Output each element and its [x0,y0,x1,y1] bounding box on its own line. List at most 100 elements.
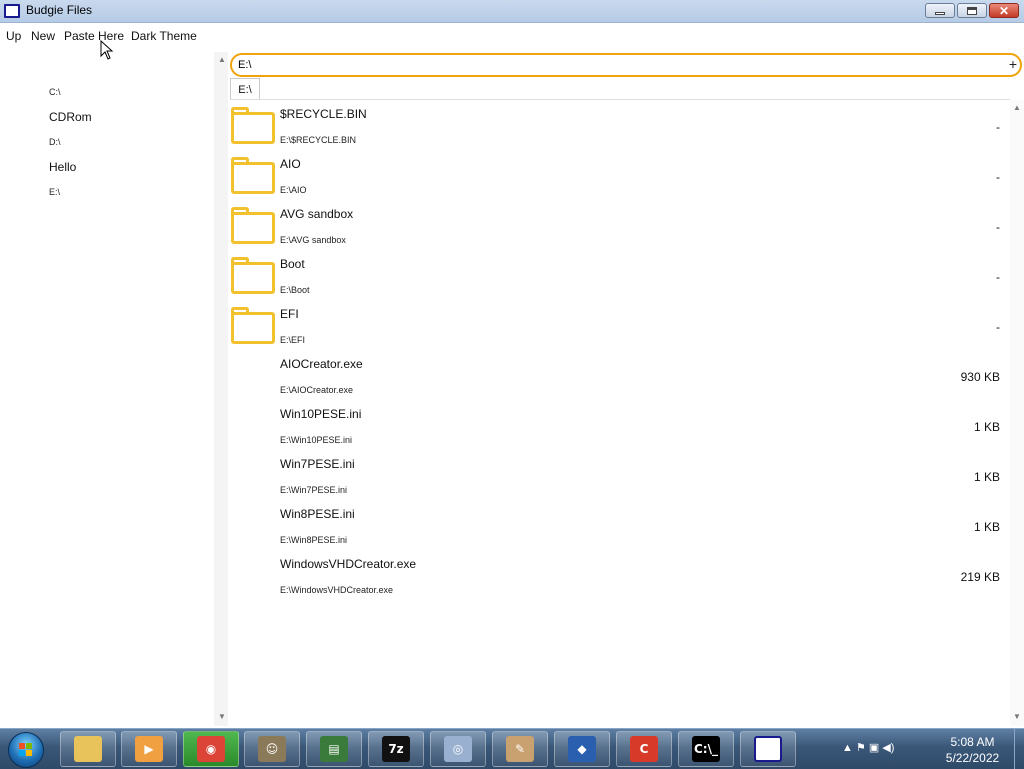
minimize-icon [935,11,945,15]
taskbar-button-monitor[interactable]: ▤ [306,731,362,767]
file-name: WindowsVHDCreator.exe [280,557,417,571]
file-name: $RECYCLE.BIN [280,107,367,121]
file-size: 1 KB [973,520,1000,534]
file-size: 219 KB [960,570,1000,584]
list-item[interactable]: $RECYCLE.BIN E:\$RECYCLE.BIN - [230,100,1010,150]
taskbar-button-ccleaner[interactable]: C [616,731,672,767]
sidebar-scrollbar[interactable]: ▲ ▼ [214,52,228,726]
close-icon: ✕ [998,3,1010,18]
taskbar-button-explorer[interactable] [60,731,116,767]
menu-dark-theme[interactable]: Dark Theme [131,29,197,43]
system-tray-icons[interactable]: ▲ ⚑ ▣ ◀) [842,741,894,754]
taskbar-button-paint[interactable]: ✎ [492,731,548,767]
cube-icon: ◆ [568,736,596,762]
file-size: - [996,170,1000,184]
file-path: E:\Win10PESE.ini [280,435,353,445]
scroll-down-icon[interactable]: ▼ [218,712,226,721]
file-path: E:\$RECYCLE.BIN [280,135,357,145]
scroll-up-icon[interactable]: ▲ [1013,103,1021,112]
list-item[interactable]: Win8PESE.ini E:\Win8PESE.ini 1 KB [230,500,1010,550]
sidebar-item-d-drive[interactable]: D:\ [49,137,61,147]
sidebar-item-e-drive[interactable]: E:\ [49,187,60,197]
chrome-icon: ◉ [197,736,225,762]
start-button[interactable] [8,732,44,768]
menu-paste-here[interactable]: Paste Here [64,29,124,43]
sidebar-item-cdrom[interactable]: CDRom [49,110,92,124]
windows-logo-icon [19,743,33,757]
list-item[interactable]: AIO E:\AIO - [230,150,1010,200]
file-list: $RECYCLE.BIN E:\$RECYCLE.BIN - AIO E:\AI… [230,100,1010,726]
file-path: E:\EFI [280,335,306,345]
file-size: 1 KB [973,420,1000,434]
address-bar[interactable]: + [230,53,1022,77]
close-button[interactable]: ✕ [989,3,1019,18]
paint-icon: ✎ [506,736,534,762]
file-list-scrollbar[interactable]: ▲ ▼ [1010,100,1024,726]
list-item[interactable]: AVG sandbox E:\AVG sandbox - [230,200,1010,250]
address-input[interactable] [238,57,998,73]
file-path: E:\AVG sandbox [280,235,346,245]
scroll-down-icon[interactable]: ▼ [1013,712,1021,721]
budgie-window-icon [754,736,782,762]
file-name: Win7PESE.ini [280,457,355,471]
taskbar-button-user-admin[interactable]: ☺ [244,731,300,767]
tab-e-drive[interactable]: E:\ [230,78,260,100]
folder-icon [231,207,275,244]
file-name: Win10PESE.ini [280,407,362,421]
folder-icon [231,107,275,144]
menu-new[interactable]: New [31,29,55,43]
file-path: E:\Win8PESE.ini [280,535,348,545]
scroll-up-icon[interactable]: ▲ [218,55,226,64]
taskbar-button-7zip[interactable]: 7z [368,731,424,767]
file-size: - [996,120,1000,134]
file-size: 1 KB [973,470,1000,484]
taskbar-button-media-player[interactable]: ▶ [121,731,177,767]
sidebar-item-hello[interactable]: Hello [49,160,76,174]
file-size: - [996,320,1000,334]
clock[interactable]: 5:08 AM 5/22/2022 [935,734,1010,766]
sidebar-item-c-drive[interactable]: C:\ [49,87,61,97]
monitor-icon: ▤ [320,736,348,762]
list-item[interactable]: AIOCreator.exe E:\AIOCreator.exe 930 KB [230,350,1010,400]
file-name: EFI [280,307,299,321]
file-path: E:\AIOCreator.exe [280,385,354,395]
folder-icon [231,257,275,294]
taskbar-button-cmd[interactable]: C:\_ [678,731,734,767]
mouse-pointer-icon [100,40,114,60]
file-size: - [996,270,1000,284]
file-path: E:\AIO [280,185,307,195]
sidebar: C:\ CDRom D:\ Hello E:\ [0,52,214,726]
file-name: Win8PESE.ini [280,507,355,521]
file-path: E:\Boot [280,285,310,295]
taskbar-button-chrome[interactable]: ◉ [183,731,239,767]
file-name: AIO [280,157,301,171]
folder-icon [231,157,275,194]
minimize-button[interactable] [925,3,955,18]
window-title: Budgie Files [26,3,93,17]
folder-icon [231,307,275,344]
file-name: AIOCreator.exe [280,357,363,371]
title-bar[interactable]: Budgie Files ✕ [0,0,1024,23]
taskbar-button-budgie-window[interactable] [740,731,796,767]
show-desktop-button[interactable] [1014,729,1024,769]
list-item[interactable]: Win10PESE.ini E:\Win10PESE.ini 1 KB [230,400,1010,450]
clock-time: 5:08 AM [950,735,995,749]
file-size: 930 KB [960,370,1000,384]
file-name: Boot [280,257,305,271]
user-admin-icon: ☺ [258,736,286,762]
taskbar: ▶ ◉ ☺ ▤ 7z ◎ ✎ ◆ C C:\_ ▲ ⚑ ▣ ◀) 5:08 AM 5/22/202… [0,728,1024,769]
taskbar-button-cube[interactable]: ◆ [554,731,610,767]
disc-icon: ◎ [444,736,472,762]
file-name: AVG sandbox [280,207,354,221]
restore-button[interactable] [957,3,987,18]
menu-up[interactable]: Up [6,29,21,43]
taskbar-button-disc[interactable]: ◎ [430,731,486,767]
add-tab-button[interactable]: + [1009,56,1017,72]
list-item[interactable]: Boot E:\Boot - [230,250,1010,300]
list-item[interactable]: EFI E:\EFI - [230,300,1010,350]
list-item[interactable]: Win7PESE.ini E:\Win7PESE.ini 1 KB [230,450,1010,500]
list-item[interactable]: WindowsVHDCreator.exe E:\WindowsVHDCreat… [230,550,1010,600]
file-path: E:\Win7PESE.ini [280,485,348,495]
ccleaner-icon: C [630,736,658,762]
media-player-icon: ▶ [135,736,163,762]
